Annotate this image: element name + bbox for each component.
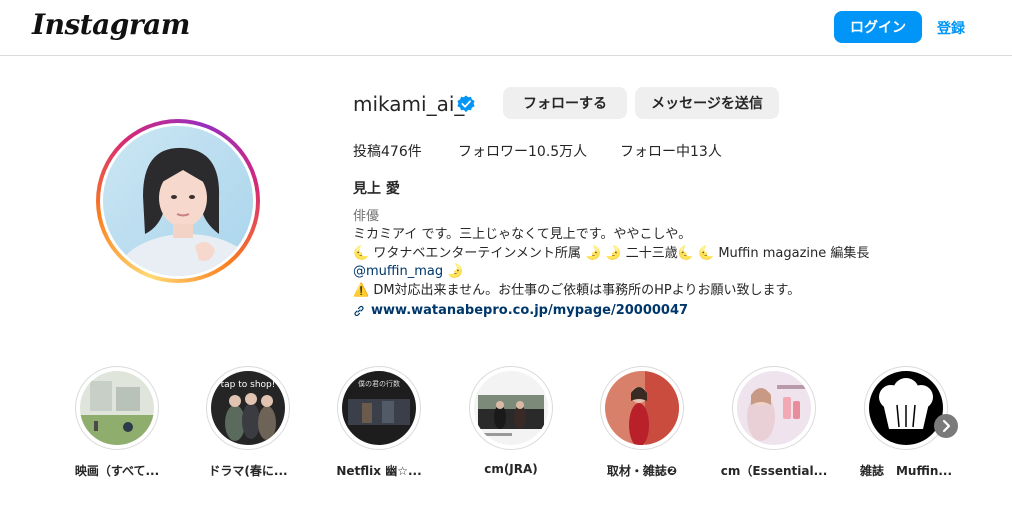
- profile-bio: 見上 愛 俳優 ミカミアイ です。三上じゃなくて見上です。ややこしや。 🌜 ワタ…: [353, 180, 973, 324]
- highlight-label: 雑誌 Muffin...: [859, 464, 953, 478]
- bio-line: ⚠️ DM対応出来ません。お仕事のご依頼は事務所のHPよりお願い致します。: [353, 282, 801, 298]
- chevron-right-icon: [942, 419, 951, 433]
- website-link[interactable]: www.watanabepro.co.jp/mypage/20000047: [353, 302, 688, 321]
- profile-avatar-story-ring[interactable]: [96, 119, 260, 283]
- posts-count: 投稿476件: [353, 144, 422, 160]
- send-message-button[interactable]: メッセージを送信: [635, 87, 779, 119]
- highlight-item[interactable]: tap to shop! ドラマ(春に...: [193, 366, 303, 496]
- following-count[interactable]: フォロー中13人: [620, 141, 722, 161]
- highlight-item[interactable]: 映画（すべて...: [62, 366, 172, 496]
- verified-badge-icon: [457, 95, 475, 113]
- highlight-label: cm(JRA): [484, 462, 538, 476]
- profile-category: 俳優: [353, 208, 380, 224]
- highlight-label: ドラマ(春に...: [208, 464, 288, 478]
- bio-line: @muffin_mag 🌛: [353, 263, 973, 282]
- profile-avatar[interactable]: [103, 126, 253, 276]
- register-link[interactable]: 登録: [937, 18, 965, 38]
- instagram-logo[interactable]: Instagram: [32, 8, 190, 41]
- highlight-cover: [737, 371, 811, 445]
- bio-moon-emoji: 🌛: [443, 264, 464, 279]
- profile-username: mikami_ai_: [353, 92, 465, 116]
- highlight-cover-text: 僕の君の行数: [358, 379, 400, 388]
- highlight-label: cm（Essential...: [720, 464, 828, 478]
- highlight-cover-text: tap to shop!: [221, 380, 276, 390]
- highlight-item[interactable]: 僕の君の行数 Netflix 幽☆...: [324, 366, 434, 496]
- profile-full-name: 見上 愛: [353, 181, 400, 197]
- highlight-label: Netflix 幽☆...: [336, 464, 422, 478]
- highlight-item[interactable]: 取材・雑誌❷: [587, 366, 697, 496]
- bio-line: ミカミアイ です。三上じゃなくて見上です。ややこしや。: [353, 227, 692, 242]
- followers-count[interactable]: フォロワー10.5万人: [458, 141, 587, 161]
- link-icon: [354, 306, 364, 317]
- highlight-item[interactable]: cm(JRA): [456, 366, 566, 496]
- highlight-cover: [80, 371, 154, 445]
- highlight-cover: tap to shop!: [211, 371, 285, 445]
- follow-button[interactable]: フォローする: [503, 87, 627, 119]
- highlight-cover: [605, 371, 679, 445]
- highlight-label: 映画（すべて...: [74, 464, 160, 478]
- top-navigation-bar: Instagram ログイン 登録: [0, 0, 1012, 56]
- highlight-cover: [869, 371, 943, 445]
- highlight-cover: 僕の君の行数: [342, 371, 416, 445]
- highlight-label: 取材・雑誌❷: [606, 464, 678, 478]
- website-url: www.watanabepro.co.jp/mypage/20000047: [371, 303, 689, 318]
- bio-line: 🌜 ワタナベエンターテインメント所属 🌛 🌛 二十三歳🌜 🌜 Muffin ma…: [353, 245, 870, 261]
- highlights-next-button[interactable]: [934, 414, 958, 438]
- login-button[interactable]: ログイン: [834, 11, 922, 43]
- highlight-cover: [474, 371, 548, 445]
- mention-link[interactable]: @muffin_mag: [353, 264, 443, 279]
- highlight-item[interactable]: cm（Essential...: [719, 366, 829, 496]
